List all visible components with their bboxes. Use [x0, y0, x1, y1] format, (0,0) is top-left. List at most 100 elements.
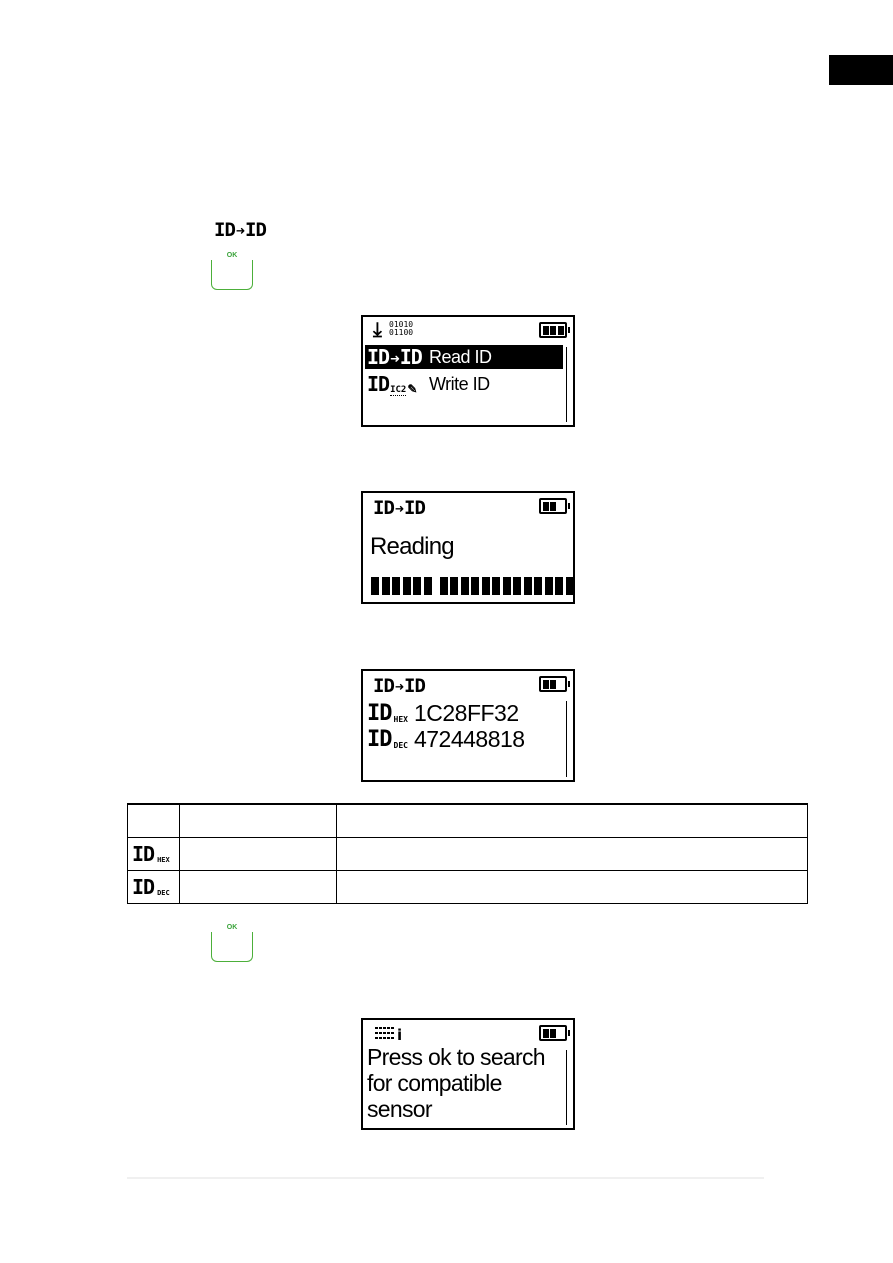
id-hex-row: ID HEX 1C28FF32 — [367, 701, 519, 725]
progress-segment — [439, 577, 448, 595]
battery-cell — [550, 325, 556, 335]
progress-segment — [555, 577, 563, 595]
progress-segment — [450, 577, 458, 595]
progress-segment — [502, 577, 511, 595]
pen-icon: ✎ — [407, 381, 418, 396]
id-text: ID — [132, 842, 155, 866]
table-cell — [336, 837, 808, 871]
progress-gap — [434, 577, 437, 595]
menu-item-label: Read ID — [429, 346, 492, 367]
hex-label: HEX — [157, 856, 170, 864]
dec-label: DEC — [393, 741, 408, 750]
download-icon: ⤓ — [373, 319, 382, 341]
table-icon-cell: ID HEX — [127, 837, 180, 871]
battery-cell — [550, 679, 556, 689]
scrollbar[interactable] — [565, 701, 567, 777]
hex-label: HEX — [393, 715, 408, 724]
menu-item-read-id[interactable]: ID➜ID Read ID — [365, 345, 563, 369]
battery-cell — [550, 1028, 556, 1038]
battery-icon — [539, 498, 570, 514]
id-text: ID — [404, 497, 426, 519]
id-dec-icon: ID DEC — [132, 877, 175, 897]
ok-button[interactable]: OK — [211, 252, 253, 290]
id-text: ID — [214, 219, 236, 241]
progress-segment — [492, 577, 500, 595]
device-screen-reading: ID➜ID Reading — [361, 491, 575, 604]
message-line: Press ok to search — [367, 1044, 546, 1070]
arrow-icon: ➜ — [394, 500, 404, 518]
progress-segment — [371, 577, 379, 595]
progress-segment — [544, 577, 553, 595]
scrollbar[interactable] — [565, 347, 567, 422]
progress-segment — [471, 577, 479, 595]
info-list-icon: i — [375, 1025, 405, 1043]
battery-icon — [539, 322, 570, 338]
progress-segment — [381, 577, 390, 595]
table-row: ID DEC — [127, 870, 808, 904]
table-icon-cell: ID DEC — [127, 870, 180, 904]
chapter-tab-marker — [829, 55, 893, 85]
battery-cell — [557, 325, 564, 335]
info-letter: i — [397, 1026, 403, 1044]
id-hex-icon: ID HEX — [132, 844, 175, 864]
id-format-table: ID HEX ID DEC — [127, 803, 808, 904]
footer-divider — [127, 1177, 764, 1179]
table-cell — [179, 837, 337, 871]
message-line: sensor — [367, 1096, 433, 1122]
progress-segment — [402, 577, 411, 595]
id-text: ID — [404, 675, 426, 697]
bits-line: 01100 — [389, 328, 414, 337]
reading-status: Reading — [370, 533, 455, 560]
id-to-id-icon: ID➜ID — [365, 345, 429, 369]
info-message: Press ok to search for compatible sensor — [367, 1044, 559, 1122]
progress-segment — [513, 577, 521, 595]
table-row: ID HEX — [127, 837, 808, 871]
table-header-row — [127, 803, 808, 838]
id-icon: ID — [367, 701, 392, 726]
table-header-cell — [127, 803, 180, 838]
id-text: ID — [367, 371, 390, 396]
device-screen-menu: ⤓ 01010 01100 ID➜ID Read ID ID IC2 ✎ Wri… — [361, 315, 575, 427]
info-line — [375, 1037, 395, 1039]
arrow-icon: ➜ — [235, 222, 245, 240]
device-screen-info: i Press ok to search for compatible sens… — [361, 1018, 575, 1130]
ok-button-label: OK — [226, 924, 238, 931]
id-text: ID — [373, 675, 395, 697]
table-cell — [336, 870, 808, 904]
table-header-cell — [336, 803, 808, 838]
id-text: ID — [132, 875, 155, 899]
table-header-cell — [179, 803, 337, 838]
scrollbar[interactable] — [565, 1050, 567, 1125]
progress-segment — [423, 577, 432, 595]
progress-segment — [565, 577, 574, 595]
id-to-id-icon: ID➜ID — [373, 675, 426, 698]
table-cell — [179, 870, 337, 904]
binary-data-icon: 01010 01100 — [389, 321, 413, 337]
device-screen-result: ID➜ID ID HEX 1C28FF32 ID DEC 472448818 — [361, 669, 575, 782]
ok-button[interactable]: OK — [211, 924, 253, 962]
ok-button-label: OK — [226, 252, 238, 259]
battery-cell — [542, 325, 549, 335]
dec-label: DEC — [157, 889, 170, 897]
progress-segment — [460, 577, 469, 595]
progress-segment — [534, 577, 542, 595]
progress-bar — [371, 577, 574, 595]
battery-cell — [542, 1028, 549, 1038]
id-to-id-icon: ID➜ID — [373, 497, 426, 520]
menu-item-label: Write ID — [429, 373, 490, 394]
id-dec-row: ID DEC 472448818 — [367, 727, 525, 751]
progress-segment — [392, 577, 400, 595]
id-icon: ID — [367, 727, 392, 752]
id-text: ID — [245, 219, 267, 241]
battery-icon — [539, 1025, 570, 1041]
id-text: ID — [367, 345, 390, 369]
menu-item-write-id[interactable]: ID IC2 ✎ Write ID — [365, 372, 563, 396]
arrow-icon: ➜ — [390, 349, 400, 368]
id-write-icon: ID IC2 ✎ — [365, 372, 429, 397]
id-text: ID — [373, 497, 395, 519]
progress-segment — [481, 577, 490, 595]
arrow-icon: ➜ — [394, 678, 404, 696]
info-line — [375, 1027, 395, 1029]
message-line: for compatible — [367, 1070, 502, 1096]
info-line — [375, 1032, 395, 1034]
